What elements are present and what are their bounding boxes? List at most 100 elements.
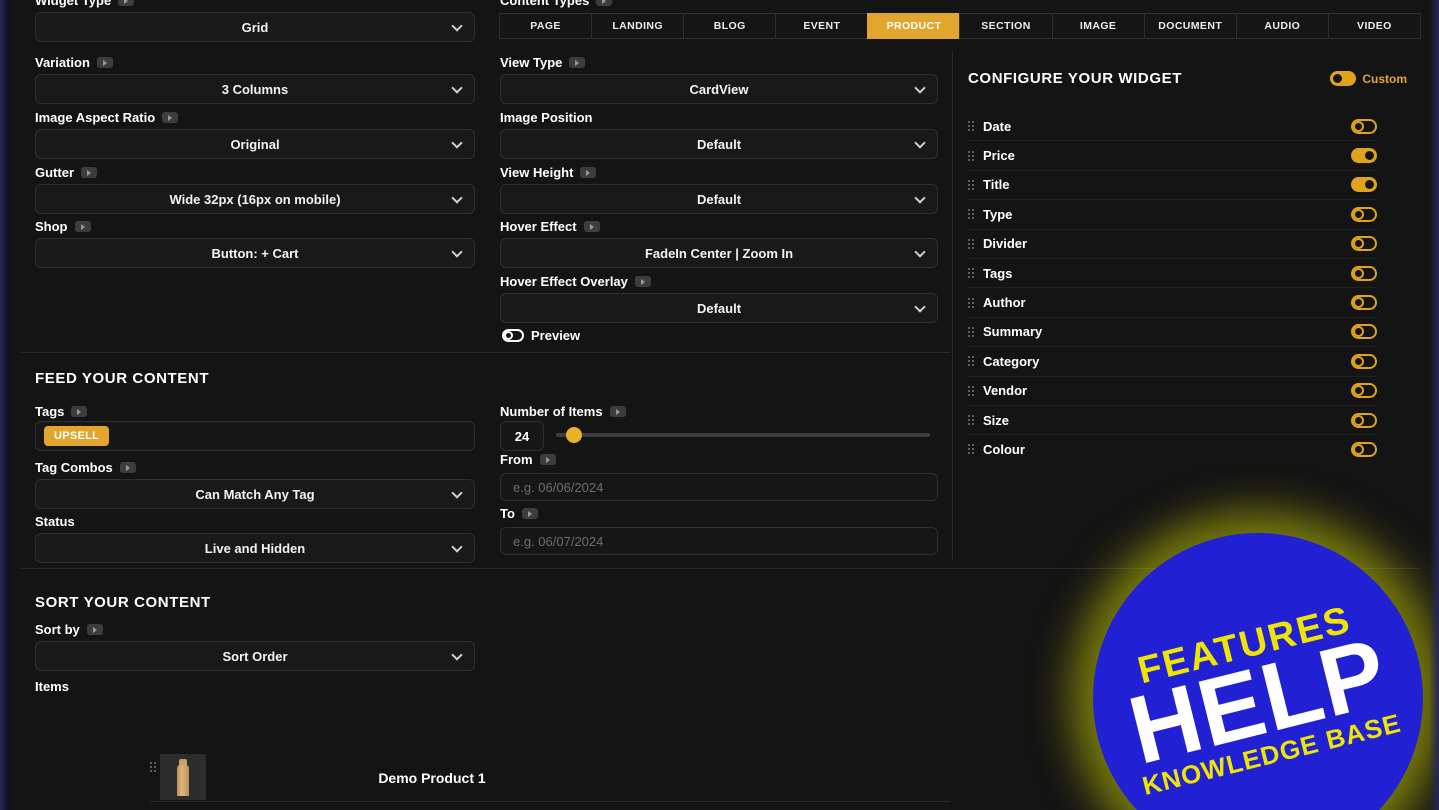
config-row-colour: Colour xyxy=(968,435,1377,463)
items-label-row: Items xyxy=(35,679,69,698)
drag-handle-icon[interactable] xyxy=(968,385,970,388)
drag-handle-icon[interactable] xyxy=(968,326,970,329)
toggle-type[interactable] xyxy=(1351,206,1377,222)
tags-label: Tags xyxy=(35,404,88,419)
toggle-price[interactable] xyxy=(1351,148,1377,164)
info-icon[interactable] xyxy=(86,623,103,635)
info-icon[interactable] xyxy=(74,220,91,232)
info-icon[interactable] xyxy=(521,507,538,519)
info-icon[interactable] xyxy=(81,166,97,178)
sort-by-select[interactable]: Sort Order xyxy=(35,641,475,671)
shop-select[interactable]: Button: + Cart xyxy=(35,238,475,268)
variation-label: Variation xyxy=(35,55,475,70)
to-date-input[interactable] xyxy=(500,527,938,555)
chevron-down-icon xyxy=(451,82,463,94)
tab-event[interactable]: EVENT xyxy=(775,13,869,39)
toggle-summary[interactable] xyxy=(1351,324,1377,340)
toggle-divider[interactable] xyxy=(1351,236,1377,252)
tab-page[interactable]: PAGE xyxy=(499,13,593,39)
toggle-author[interactable] xyxy=(1351,295,1377,311)
hover-effect-overlay-field: Hover Effect Overlay Default xyxy=(500,274,938,323)
drag-handle-icon[interactable] xyxy=(968,415,970,418)
configure-panel-header: CONFIGURE YOUR WIDGET Custom xyxy=(968,70,1407,87)
help-knowledge-base-badge[interactable]: FEATURES HELP KNOWLEDGE BASE xyxy=(1093,533,1423,810)
toggle-size[interactable] xyxy=(1351,412,1377,428)
toggle-category[interactable] xyxy=(1351,353,1377,369)
gutter-select[interactable]: Wide 32px (16px on mobile) xyxy=(35,184,475,214)
info-icon[interactable] xyxy=(634,275,651,287)
number-of-items-value[interactable]: 24 xyxy=(500,421,544,451)
chevron-down-icon xyxy=(451,487,463,499)
view-type-select[interactable]: CardView xyxy=(500,74,938,104)
shop-label: Shop xyxy=(35,219,475,234)
variation-field: Variation 3 Columns xyxy=(35,55,475,104)
toggle-title[interactable] xyxy=(1351,177,1377,193)
drag-handle-icon[interactable] xyxy=(968,209,970,212)
drag-handle-icon[interactable] xyxy=(968,179,970,182)
config-row-summary: Summary xyxy=(968,318,1377,348)
tag-combos-select[interactable]: Can Match Any Tag xyxy=(35,479,475,509)
drag-handle-icon[interactable] xyxy=(150,762,152,764)
slider-track xyxy=(556,433,930,437)
view-type-field: View Type CardView xyxy=(500,55,938,104)
hover-effect-select[interactable]: FadeIn Center | Zoom In xyxy=(500,238,938,268)
chevron-down-icon xyxy=(451,192,463,204)
image-aspect-ratio-select[interactable]: Original xyxy=(35,129,475,159)
hover-effect-overlay-select[interactable]: Default xyxy=(500,293,938,323)
chevron-down-icon xyxy=(451,541,463,553)
item-row-divider xyxy=(150,801,950,802)
tab-document[interactable]: DOCUMENT xyxy=(1143,13,1237,39)
info-icon[interactable] xyxy=(119,461,136,473)
drag-handle-icon[interactable] xyxy=(968,297,970,300)
info-icon[interactable] xyxy=(569,56,586,68)
preview-toggle-row[interactable]: Preview xyxy=(502,328,580,343)
image-aspect-ratio-label: Image Aspect Ratio xyxy=(35,110,475,125)
number-of-items-slider[interactable] xyxy=(556,427,930,443)
status-select[interactable]: Live and Hidden xyxy=(35,533,475,563)
toggle-tags[interactable] xyxy=(1351,265,1377,281)
custom-toggle-row[interactable]: Custom xyxy=(1330,71,1407,86)
configure-panel-title: CONFIGURE YOUR WIDGET xyxy=(968,70,1182,87)
tab-landing[interactable]: LANDING xyxy=(591,13,685,39)
tags-input[interactable]: UPSELL xyxy=(35,421,475,451)
info-icon[interactable] xyxy=(580,166,597,178)
info-icon[interactable] xyxy=(162,111,179,123)
toggle-date[interactable] xyxy=(1351,118,1377,134)
variation-select[interactable]: 3 Columns xyxy=(35,74,475,104)
chevron-down-icon xyxy=(451,137,463,149)
drag-handle-icon[interactable] xyxy=(968,356,970,359)
product-thumbnail xyxy=(160,754,206,800)
image-position-select[interactable]: Default xyxy=(500,129,938,159)
config-row-tags: Tags xyxy=(968,259,1377,289)
toggle-vendor[interactable] xyxy=(1351,383,1377,399)
tab-image[interactable]: IMAGE xyxy=(1051,13,1145,39)
info-icon[interactable] xyxy=(596,0,613,6)
widget-type-select[interactable]: Grid xyxy=(35,12,475,42)
slider-knob[interactable] xyxy=(566,427,582,443)
custom-toggle[interactable] xyxy=(1330,71,1357,86)
tab-audio[interactable]: AUDIO xyxy=(1235,13,1329,39)
hover-effect-overlay-label: Hover Effect Overlay xyxy=(500,274,938,289)
info-icon[interactable] xyxy=(96,56,113,68)
drag-handle-icon[interactable] xyxy=(968,121,970,124)
tag-chip-upsell[interactable]: UPSELL xyxy=(44,426,110,446)
tab-section[interactable]: SECTION xyxy=(959,13,1053,39)
toggle-colour[interactable] xyxy=(1351,441,1377,457)
info-icon[interactable] xyxy=(609,405,626,417)
tab-video[interactable]: VIDEO xyxy=(1327,13,1421,39)
drag-handle-icon[interactable] xyxy=(968,268,970,271)
info-icon[interactable] xyxy=(539,453,556,465)
chevron-down-icon xyxy=(451,20,463,32)
tab-blog[interactable]: BLOG xyxy=(683,13,777,39)
shop-field: Shop Button: + Cart xyxy=(35,219,475,268)
drag-handle-icon[interactable] xyxy=(968,238,970,241)
info-icon[interactable] xyxy=(583,220,600,232)
hover-effect-label: Hover Effect xyxy=(500,219,938,234)
tab-product[interactable]: PRODUCT xyxy=(867,13,961,39)
info-icon[interactable] xyxy=(71,405,88,417)
drag-handle-icon[interactable] xyxy=(968,444,970,447)
drag-handle-icon[interactable] xyxy=(968,150,970,153)
info-icon[interactable] xyxy=(118,0,135,6)
from-date-input[interactable] xyxy=(500,473,938,501)
view-height-select[interactable]: Default xyxy=(500,184,938,214)
